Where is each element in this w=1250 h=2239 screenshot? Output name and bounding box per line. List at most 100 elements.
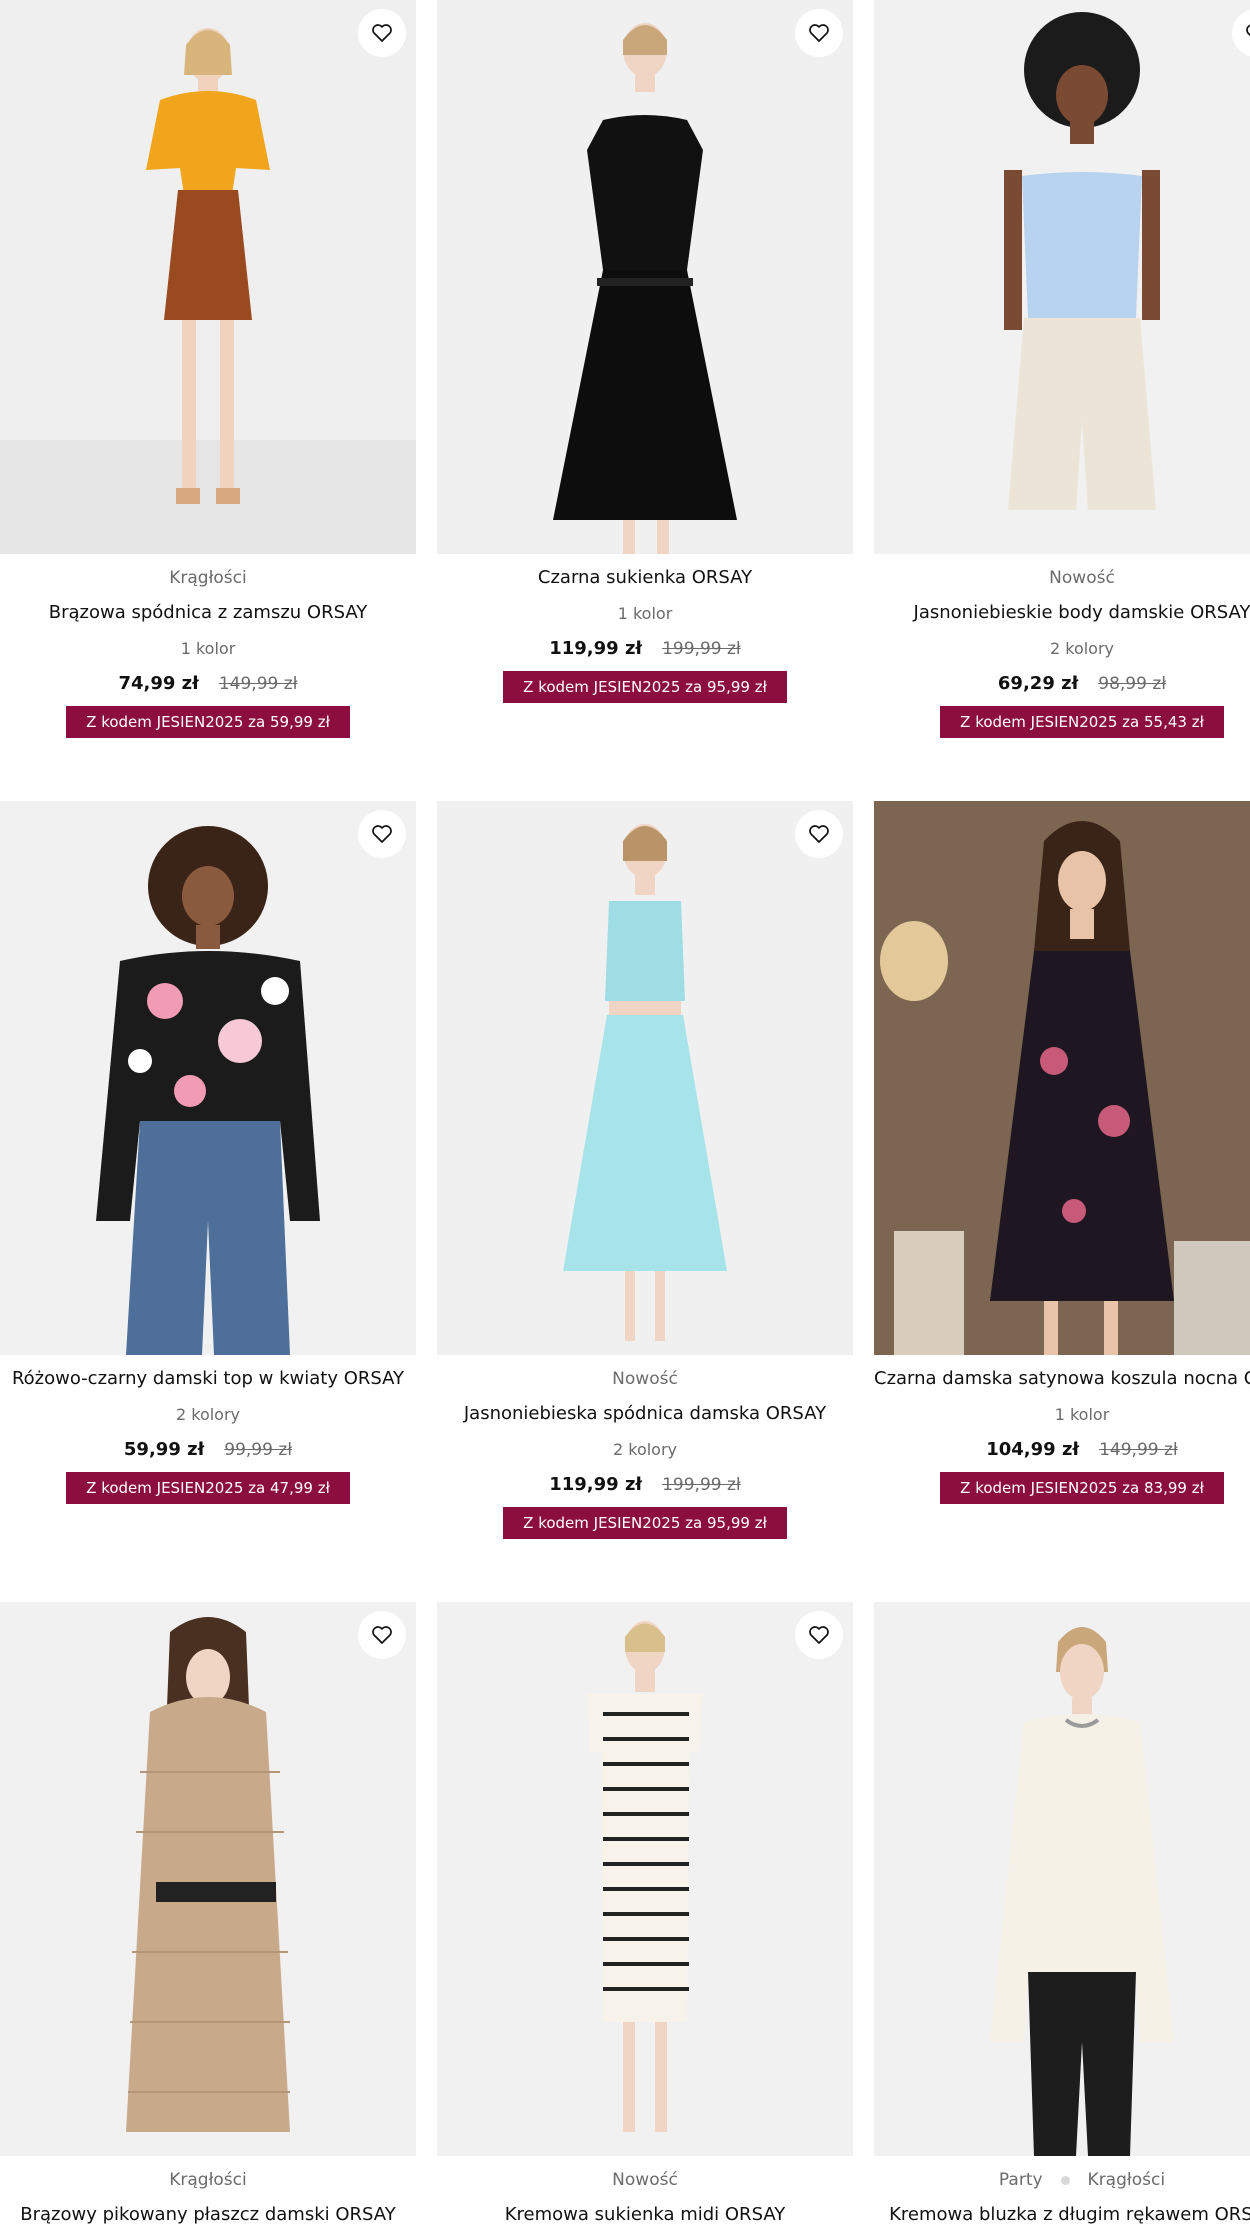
tag-separator-dot (1060, 2175, 1070, 2185)
product-info: Nowość Jasnoniebieskie body damskie ORSA… (874, 554, 1250, 738)
product-photo[interactable] (874, 0, 1250, 554)
product-tags: Krągłości (0, 566, 416, 590)
product-tags: Party Krągłości (874, 2168, 1250, 2192)
product-photo[interactable] (874, 801, 1250, 1355)
product-tags: Krągłości (0, 2168, 416, 2192)
product-card[interactable]: Nowość Kremowa sukienka midi ORSAY (437, 1602, 853, 2239)
model-photo-light-blue-set (437, 801, 853, 1355)
product-title[interactable]: Brązowa spódnica z zamszu ORSAY (0, 601, 416, 625)
product-price: 74,99 zł (118, 673, 199, 694)
product-tag: Nowość (612, 2170, 678, 2190)
product-card[interactable]: Czarna damska satynowa koszula nocna ORS… (874, 801, 1250, 1504)
promo-code-badge: Z kodem JESIEN2025 za 55,43 zł (940, 706, 1224, 738)
product-tag: Krągłości (169, 2170, 247, 2190)
product-info: Nowość Kremowa sukienka midi ORSAY (437, 2156, 853, 2227)
heart-icon (809, 1626, 829, 1644)
product-price: 104,99 zł (986, 1439, 1080, 1460)
product-colors: 1 kolor (1054, 1405, 1110, 1424)
model-photo-floral-top-jeans (0, 801, 416, 1355)
product-tag: Krągłości (169, 568, 247, 588)
product-old-price: 199,99 zł (662, 639, 741, 659)
product-title[interactable]: Kremowa sukienka midi ORSAY (437, 2203, 853, 2227)
favorite-button[interactable] (795, 1611, 843, 1659)
product-title[interactable]: Kremowa bluzka z długim rękawem ORSAY (874, 2203, 1250, 2227)
favorite-button[interactable] (358, 1611, 406, 1659)
favorite-button[interactable] (795, 810, 843, 858)
product-prices: 74,99 zł 149,99 zł (0, 672, 416, 696)
model-photo-black-dress (437, 0, 853, 554)
product-price: 119,99 zł (549, 1474, 643, 1495)
product-info: Krągłości Brązowa spódnica z zamszu ORSA… (0, 554, 416, 738)
promo-code-badge: Z kodem JESIEN2025 za 95,99 zł (503, 1507, 787, 1539)
product-title[interactable]: Różowo-czarny damski top w kwiaty ORSAY (0, 1367, 416, 1391)
product-price: 69,29 zł (997, 673, 1079, 694)
promo-code-badge: Z kodem JESIEN2025 za 95,99 zł (503, 671, 787, 703)
product-title[interactable]: Brązowy pikowany płaszcz damski ORSAY (0, 2203, 416, 2227)
product-colors: 1 kolor (180, 639, 236, 658)
product-tags: Nowość (437, 2168, 853, 2192)
product-colors: 2 kolory (1049, 639, 1115, 658)
favorite-button[interactable] (358, 810, 406, 858)
heart-icon (809, 825, 829, 843)
promo-code-badge: Z kodem JESIEN2025 za 83,99 zł (940, 1472, 1224, 1504)
product-prices: 119,99 zł 199,99 zł (437, 1473, 853, 1497)
product-prices: 59,99 zł 99,99 zł (0, 1438, 416, 1462)
product-prices: 104,99 zł 149,99 zł (874, 1438, 1250, 1462)
product-tag: Krągłości (1087, 2170, 1166, 2190)
product-title[interactable]: Czarna sukienka ORSAY (437, 566, 853, 590)
promo-code-badge: Z kodem JESIEN2025 za 47,99 zł (66, 1472, 350, 1504)
product-card[interactable]: Czarna sukienka ORSAY 1 kolor 119,99 zł 1… (437, 0, 853, 703)
product-photo[interactable] (437, 801, 853, 1355)
model-photo-cream-blouse (874, 1602, 1250, 2156)
heart-icon (1246, 24, 1250, 37)
favorite-button[interactable] (358, 9, 406, 57)
product-old-price: 199,99 zł (662, 1475, 741, 1495)
product-tags: Nowość (874, 566, 1250, 590)
product-old-price: 99,99 zł (224, 1440, 293, 1460)
product-price: 119,99 zł (549, 638, 643, 659)
product-tag: Party (998, 2170, 1043, 2190)
product-title[interactable]: Czarna damska satynowa koszula nocna ORS… (874, 1367, 1250, 1391)
promo-code-badge: Z kodem JESIEN2025 za 59,99 zł (66, 706, 350, 738)
product-old-price: 98,99 zł (1098, 674, 1167, 694)
product-title[interactable]: Jasnoniebieskie body damskie ORSAY (874, 601, 1250, 625)
product-colors: 2 kolory (175, 1405, 241, 1424)
heart-icon (372, 24, 392, 42)
product-colors: 1 kolor (617, 604, 673, 623)
product-info: Różowo-czarny damski top w kwiaty ORSAY … (0, 1355, 416, 1504)
product-card[interactable]: Krągłości Brązowa spódnica z zamszu ORSA… (0, 0, 416, 738)
model-photo-blue-body-cream-shorts (874, 0, 1250, 554)
favorite-button[interactable] (795, 9, 843, 57)
product-info: Czarna damska satynowa koszula nocna ORS… (874, 1355, 1250, 1504)
product-prices: 69,29 zł 98,99 zł (874, 672, 1250, 696)
product-photo[interactable] (437, 1602, 853, 2156)
product-card[interactable]: Nowość Jasnoniebieskie body damskie ORSA… (874, 0, 1250, 738)
model-photo-striped-midi-dress (437, 1602, 853, 2156)
product-prices: 119,99 zł 199,99 zł (437, 637, 853, 661)
product-old-price: 149,99 zł (1099, 1440, 1178, 1460)
product-photo[interactable] (0, 0, 416, 554)
product-card[interactable]: Krągłości Brązowy pikowany płaszcz damsk… (0, 1602, 416, 2239)
product-info: Czarna sukienka ORSAY 1 kolor 119,99 zł 1… (437, 554, 853, 703)
model-photo-satin-nightdress (874, 801, 1250, 1355)
product-card[interactable]: Nowość Jasnoniebieska spódnica damska OR… (437, 801, 853, 1539)
model-photo-quilted-coat (0, 1602, 416, 2156)
product-price: 59,99 zł (123, 1439, 205, 1460)
model-photo-orange-top-brown-skirt (0, 0, 416, 554)
product-old-price: 149,99 zł (218, 674, 298, 694)
product-info: Krągłości Brązowy pikowany płaszcz damsk… (0, 2156, 416, 2227)
product-tag: Nowość (1049, 568, 1115, 588)
product-tags: Nowość (437, 1367, 853, 1391)
product-card[interactable]: Różowo-czarny damski top w kwiaty ORSAY … (0, 801, 416, 1504)
heart-icon (372, 825, 392, 843)
product-colors: 2 kolory (612, 1440, 678, 1459)
product-title[interactable]: Jasnoniebieska spódnica damska ORSAY (437, 1402, 853, 1426)
product-photo[interactable] (437, 0, 853, 554)
product-info: Party Krągłości Kremowa bluzka z długim r… (874, 2156, 1250, 2227)
product-photo[interactable] (0, 801, 416, 1355)
product-photo[interactable] (0, 1602, 416, 2156)
product-photo[interactable] (874, 1602, 1250, 2156)
product-card[interactable]: Party Krągłości Kremowa bluzka z długim r… (874, 1602, 1250, 2239)
heart-icon (809, 24, 829, 42)
heart-icon (372, 1626, 392, 1644)
